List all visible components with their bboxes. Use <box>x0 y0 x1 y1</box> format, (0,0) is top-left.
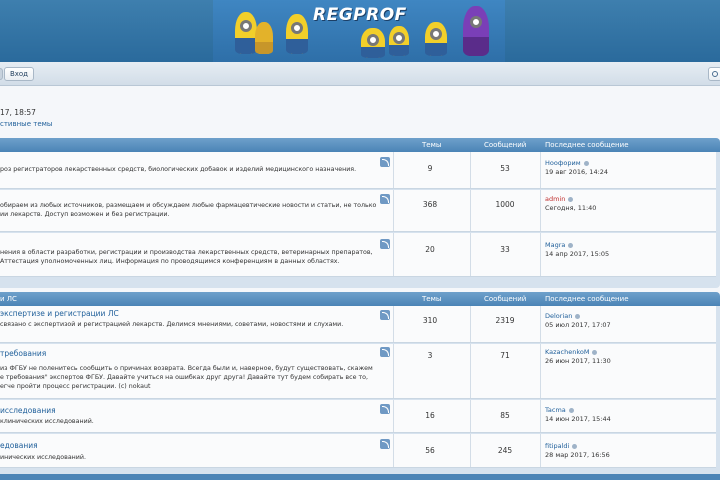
last-post-date: Сегодня, 11:40 <box>545 204 597 212</box>
minion-illustration <box>286 14 308 54</box>
go-to-post-icon[interactable] <box>568 407 574 413</box>
posts-count: 1000 <box>495 200 515 209</box>
go-to-post-icon[interactable] <box>575 313 581 319</box>
topics-count: 20 <box>425 245 435 254</box>
forum-title-link[interactable]: экспертизе и регистрации ЛС <box>0 309 119 318</box>
topics-count: 9 <box>427 164 433 173</box>
forum-description: е требования" экспертов ФГБУ. Давайте уч… <box>0 374 368 381</box>
posts-count: 245 <box>497 446 513 455</box>
rss-feed-icon[interactable] <box>380 310 390 320</box>
forum-description: ии лекарств. Доступ возможен и без регис… <box>0 211 170 218</box>
topics-count: 368 <box>422 200 438 209</box>
posts-count: 85 <box>500 411 510 420</box>
site-logo[interactable]: REGPROF <box>313 5 407 25</box>
forum-row: исследования клинических исследований. 1… <box>0 400 716 433</box>
posts-count: 71 <box>500 351 510 360</box>
forum-description: обираем из любых источников, размещаем и… <box>0 202 377 209</box>
forum-row: требования из ФГБУ не поленитесь сообщит… <box>0 344 716 399</box>
column-topics-header: Темы <box>422 141 442 149</box>
section-header: Темы Сообщений Последнее сообщение <box>0 138 720 152</box>
minion-illustration <box>255 22 273 54</box>
forum-title-link[interactable]: требования <box>0 349 46 358</box>
last-post-date: 05 июл 2017, 17:07 <box>545 321 611 329</box>
forum-row: едования инических исследований. 56 245 … <box>0 434 716 468</box>
forum-description: Аттестация уполномоченных лиц. Информаци… <box>0 258 340 265</box>
rss-feed-icon[interactable] <box>380 347 390 357</box>
posts-count: 2319 <box>495 316 515 325</box>
topics-count: 16 <box>425 411 435 420</box>
last-post-author[interactable]: Delorian <box>545 312 581 320</box>
topics-count: 56 <box>425 446 435 455</box>
last-post-date: 14 апр 2017, 15:05 <box>545 250 610 258</box>
login-button[interactable]: Вход <box>4 67 34 81</box>
minion-illustration <box>389 26 409 56</box>
last-post-author[interactable]: fitipaldi <box>545 442 578 450</box>
forum-row: обираем из любых источников, размещаем и… <box>0 190 716 232</box>
forum-description: роз регистраторов лекарственных средств,… <box>0 166 357 173</box>
forum-row: экспертизе и регистрации ЛС связано с эк… <box>0 306 716 343</box>
last-post-date: 14 июн 2017, 15:44 <box>545 415 611 423</box>
last-post-author[interactable]: Magra <box>545 241 574 249</box>
go-to-post-icon[interactable] <box>572 443 578 449</box>
last-post-date: 26 июн 2017, 11:30 <box>545 357 611 365</box>
forum-section: и ЛС Темы Сообщений Последнее сообщение … <box>0 292 720 478</box>
nav-bar: Вход <box>0 62 720 86</box>
forum-title-link[interactable]: едования <box>0 441 38 450</box>
site-header: REGPROF <box>0 0 720 62</box>
forum-row: роз регистраторов лекарственных средств,… <box>0 152 716 189</box>
rss-feed-icon[interactable] <box>380 157 390 167</box>
forum-description: нения в области разработки, регистрации … <box>0 249 373 256</box>
minion-illustration <box>235 12 257 54</box>
forum-description: связано с экспертизой и регистрацией лек… <box>0 321 344 328</box>
forum-section: Темы Сообщений Последнее сообщение роз р… <box>0 138 720 288</box>
rss-feed-icon[interactable] <box>380 239 390 249</box>
column-posts-header: Сообщений <box>484 295 527 303</box>
active-topics-link[interactable]: стивные темы <box>0 120 52 128</box>
header-banner-image[interactable]: REGPROF <box>213 0 505 62</box>
forum-description: из ФГБУ не поленитесь сообщить о причина… <box>0 365 373 372</box>
column-last-post-header: Последнее сообщение <box>545 141 629 149</box>
minion-illustration <box>361 28 385 58</box>
last-post-author[interactable]: admin <box>545 195 574 203</box>
forum-description: инических исследований. <box>0 454 86 461</box>
column-posts-header: Сообщений <box>484 141 527 149</box>
column-topics-header: Темы <box>422 295 442 303</box>
next-section-header <box>0 474 720 480</box>
forum-description: егче пройти процесс регистрации. (с) nok… <box>0 383 151 390</box>
go-to-post-icon[interactable] <box>568 196 574 202</box>
forum-title-link[interactable]: исследования <box>0 406 56 415</box>
go-to-post-icon[interactable] <box>568 242 574 248</box>
rss-feed-icon[interactable] <box>380 404 390 414</box>
section-title[interactable]: и ЛС <box>0 295 17 303</box>
last-post-author[interactable]: Ноофорим <box>545 159 589 167</box>
last-post-author[interactable]: Tacma <box>545 406 574 414</box>
forum-description: клинических исследований. <box>0 418 94 425</box>
posts-count: 53 <box>500 164 510 173</box>
purple-minion-illustration <box>463 6 489 56</box>
go-to-post-icon[interactable] <box>592 349 598 355</box>
nav-edge <box>0 68 3 80</box>
last-post-date: 19 авг 2016, 14:24 <box>545 168 609 176</box>
topics-count: 310 <box>422 316 438 325</box>
search-button[interactable] <box>708 67 720 81</box>
current-datetime: 17, 18:57 <box>0 108 36 117</box>
minion-illustration <box>425 22 447 56</box>
posts-count: 33 <box>500 245 510 254</box>
forum-row: нения в области разработки, регистрации … <box>0 233 716 277</box>
go-to-post-icon[interactable] <box>583 160 589 166</box>
column-last-post-header: Последнее сообщение <box>545 295 629 303</box>
topics-count: 3 <box>427 351 433 360</box>
last-post-author[interactable]: KazachenkoM <box>545 348 598 356</box>
rss-feed-icon[interactable] <box>380 439 390 449</box>
last-post-date: 28 мар 2017, 16:56 <box>545 451 610 459</box>
rss-feed-icon[interactable] <box>380 194 390 204</box>
search-icon <box>712 71 718 77</box>
section-header: и ЛС Темы Сообщений Последнее сообщение <box>0 292 720 306</box>
